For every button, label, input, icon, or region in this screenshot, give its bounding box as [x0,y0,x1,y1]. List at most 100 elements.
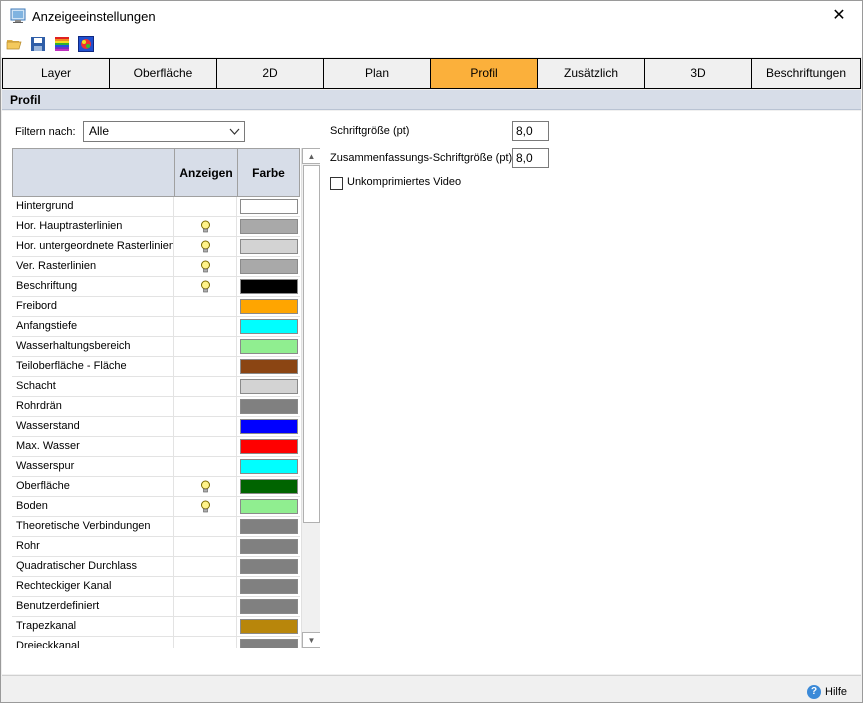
table-row[interactable]: Wasserstand [12,417,300,437]
color-swatch[interactable] [239,499,298,514]
color-swatch[interactable] [239,359,298,374]
row-visibility-toggle[interactable] [174,217,237,236]
color-palette-icon[interactable] [78,36,94,52]
row-color-cell [237,637,300,648]
color-swatch[interactable] [239,379,298,394]
open-folder-icon[interactable] [6,36,22,52]
table-row[interactable]: Hor. untergeordnete Rasterlinien [12,237,300,257]
table-row[interactable]: Freibord [12,297,300,317]
help-icon[interactable]: ? [807,685,821,699]
color-swatch[interactable] [239,579,298,594]
table-row[interactable]: Schacht [12,377,300,397]
tab-plan[interactable]: Plan [323,59,430,88]
tab-beschriftungen[interactable]: Beschriftungen [751,59,861,88]
save-icon[interactable] [30,36,46,52]
row-visibility-toggle[interactable] [174,417,237,436]
color-swatch[interactable] [239,559,298,574]
tab-2d[interactable]: 2D [216,59,323,88]
table-row[interactable]: Wasserhaltungsbereich [12,337,300,357]
color-swatch[interactable] [239,639,298,648]
color-bars-icon[interactable] [54,36,70,52]
summary-font-size-input[interactable]: 8,0 [512,148,549,168]
color-swatch[interactable] [239,479,298,494]
table-row[interactable]: Boden [12,497,300,517]
table-row[interactable]: Hintergrund [12,197,300,217]
table-row[interactable]: Teiloberfläche - Fläche [12,357,300,377]
color-swatch[interactable] [239,599,298,614]
row-visibility-toggle[interactable] [174,537,237,556]
table-row[interactable]: Hor. Hauptrasterlinien [12,217,300,237]
font-size-input[interactable]: 8,0 [512,121,549,141]
row-visibility-toggle[interactable] [174,397,237,416]
row-visibility-toggle[interactable] [174,457,237,476]
table-row[interactable]: Benutzerdefiniert [12,597,300,617]
row-name: Dreieckkanal [12,637,174,648]
table-row[interactable]: Max. Wasser [12,437,300,457]
row-color-cell [237,517,300,536]
color-swatch[interactable] [239,619,298,634]
scroll-thumb[interactable] [303,165,320,523]
row-visibility-toggle[interactable] [174,437,237,456]
close-button[interactable]: ✕ [816,1,862,32]
uncompressed-video-checkbox[interactable] [330,177,343,190]
table-row[interactable]: Trapezkanal [12,617,300,637]
color-swatch[interactable] [239,399,298,414]
row-color-cell [237,257,300,276]
row-visibility-toggle[interactable] [174,617,237,636]
table-row[interactable]: Anfangstiefe [12,317,300,337]
scroll-up-icon[interactable]: ▲ [302,148,320,164]
row-visibility-toggle[interactable] [174,557,237,576]
color-swatch[interactable] [239,239,298,254]
color-swatch[interactable] [239,519,298,534]
table-row[interactable]: Quadratischer Durchlass [12,557,300,577]
color-swatch[interactable] [239,339,298,354]
table-row[interactable]: Theoretische Verbindungen [12,517,300,537]
table-row[interactable]: Rechteckiger Kanal [12,577,300,597]
row-visibility-toggle[interactable] [174,517,237,536]
table-row[interactable]: Dreieckkanal [12,637,300,648]
help-button[interactable]: Hilfe [825,686,847,698]
row-visibility-toggle[interactable] [174,277,237,296]
row-visibility-toggle[interactable] [174,597,237,616]
color-swatch[interactable] [239,319,298,334]
tab-profil[interactable]: Profil [430,59,537,88]
vertical-scrollbar[interactable]: ▲ ▼ [301,148,320,648]
row-visibility-toggle[interactable] [174,257,237,276]
row-visibility-toggle[interactable] [174,237,237,256]
row-visibility-toggle[interactable] [174,197,237,216]
color-swatch[interactable] [239,539,298,554]
tab-oberfl-che[interactable]: Oberfläche [109,59,216,88]
tab-layer[interactable]: Layer [2,59,109,88]
tab-3d[interactable]: 3D [644,59,751,88]
table-row[interactable]: Ver. Rasterlinien [12,257,300,277]
table-row[interactable]: Oberfläche [12,477,300,497]
row-visibility-toggle[interactable] [174,357,237,376]
row-visibility-toggle[interactable] [174,497,237,516]
row-visibility-toggle[interactable] [174,577,237,596]
tab-zus-tzlich[interactable]: Zusätzlich [537,59,644,88]
row-visibility-toggle[interactable] [174,477,237,496]
table-row[interactable]: Beschriftung [12,277,300,297]
color-swatch[interactable] [239,259,298,274]
row-visibility-toggle[interactable] [174,637,237,648]
row-visibility-toggle[interactable] [174,377,237,396]
color-swatch[interactable] [239,219,298,234]
table-row[interactable]: Rohr [12,537,300,557]
color-swatch[interactable] [239,199,298,214]
scroll-down-icon[interactable]: ▼ [302,632,320,648]
filter-dropdown[interactable]: Alle [83,121,245,142]
row-name: Hor. untergeordnete Rasterlinien [12,237,174,256]
table-row[interactable]: Wasserspur [12,457,300,477]
row-visibility-toggle[interactable] [174,297,237,316]
color-swatch[interactable] [239,299,298,314]
color-swatch[interactable] [239,279,298,294]
color-swatch[interactable] [239,459,298,474]
row-name: Anfangstiefe [12,317,174,336]
color-swatch[interactable] [239,439,298,454]
color-swatch[interactable] [239,419,298,434]
tab-bar: Layer Oberfläche 2D Plan Profil Zusätzlich 3D B… [2,58,861,89]
row-visibility-toggle[interactable] [174,317,237,336]
table-row[interactable]: Rohrdrän [12,397,300,417]
row-color-cell [237,437,300,456]
row-visibility-toggle[interactable] [174,337,237,356]
